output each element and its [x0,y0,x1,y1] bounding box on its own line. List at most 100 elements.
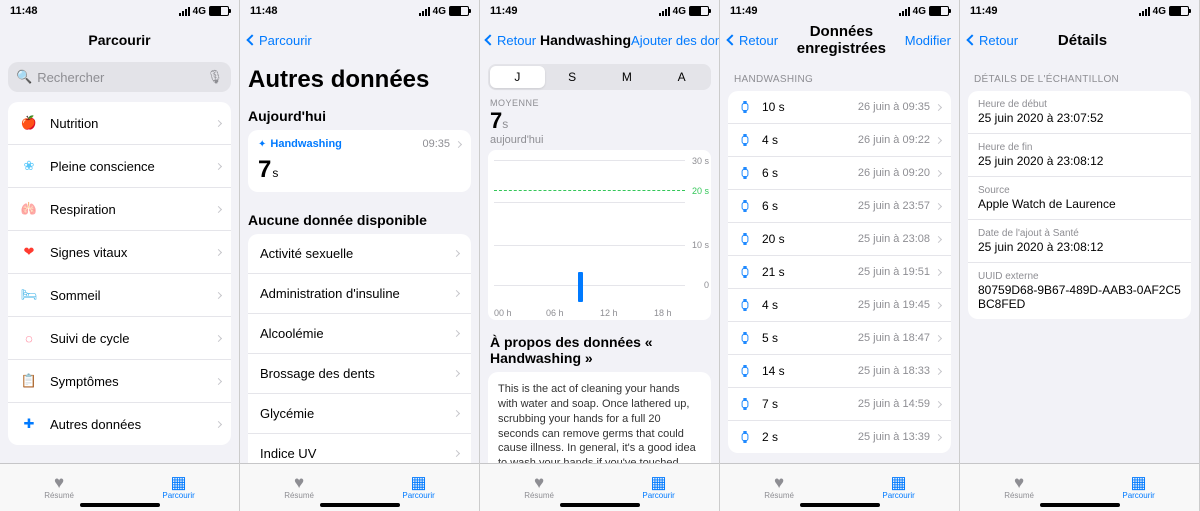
signal-icon [1139,7,1150,16]
back-button[interactable]: Retour [728,33,778,48]
row-uv-index[interactable]: Indice UV [248,434,471,463]
section-header: DÉTAILS DE L'ÉCHANTILLON [960,60,1199,91]
tab-browse[interactable]: ▦Parcourir [642,474,674,500]
cycle-icon: ◌ [18,327,40,349]
status-right: 4G [179,6,229,17]
record-row[interactable]: 7 s25 juin à 14:59 [728,388,951,421]
search-input[interactable]: 🔍 Rechercher 🎙 [8,62,231,92]
detail-row: Heure de fin25 juin 2020 à 23:08:12 [968,134,1191,177]
status-time: 11:49 [490,5,518,17]
about-body: This is the act of cleaning your hands w… [488,372,711,463]
page-title: Handwashing [536,32,631,48]
handwashing-card[interactable]: ✦ Handwashing 09:35 7s [248,130,471,192]
tab-browse[interactable]: ▦Parcourir [1122,474,1154,500]
watch-icon [738,232,752,246]
status-bar: 11:49 4G [480,0,719,20]
signal-icon [899,7,910,16]
handwashing-chart[interactable]: 30 s 20 s 10 s 0 00 h 06 h 12 h 18 h [488,150,711,320]
back-button[interactable]: Retour [486,33,536,48]
row-toothbrushing[interactable]: Brossage des dents [248,354,471,394]
tab-summary[interactable]: ♥Résumé [44,474,74,500]
screen-details: 11:49 4G Retour Détails DÉTAILS DE L'ÉCH… [960,0,1200,511]
battery-icon [929,6,949,16]
seg-month[interactable]: M [600,66,655,88]
heart-fill-icon: ♥ [534,474,544,491]
goal-line [494,190,685,191]
signal-icon [419,7,430,16]
seg-year[interactable]: A [654,66,709,88]
section-header: HANDWASHING [720,60,959,91]
record-row[interactable]: 10 s26 juin à 09:35 [728,91,951,124]
seg-week[interactable]: S [545,66,600,88]
back-button[interactable]: Parcourir [248,33,312,48]
record-row[interactable]: 14 s25 juin à 18:33 [728,355,951,388]
page-title: Détails [1018,32,1147,49]
tab-browse[interactable]: ▦Parcourir [882,474,914,500]
record-row[interactable]: 2 s25 juin à 13:39 [728,421,951,453]
row-glucose[interactable]: Glycémie [248,394,471,434]
detail-row: Heure de début25 juin 2020 à 23:07:52 [968,91,1191,134]
category-mindfulness[interactable]: ❀ Pleine conscience [8,145,231,188]
record-row[interactable]: 6 s25 juin à 23:57 [728,190,951,223]
mic-icon[interactable]: 🎙 [206,69,223,85]
record-row[interactable]: 21 s25 juin à 19:51 [728,256,951,289]
category-vitals[interactable]: ❤ Signes vitaux [8,231,231,274]
watch-icon [738,265,752,279]
tab-summary[interactable]: ♥Résumé [1004,474,1034,500]
bed-icon: 🛏 [18,284,40,306]
home-indicator[interactable] [560,503,640,507]
record-row[interactable]: 6 s26 juin à 09:20 [728,157,951,190]
watch-icon [738,100,752,114]
record-row[interactable]: 4 s26 juin à 09:22 [728,124,951,157]
watch-icon [738,298,752,312]
heart-fill-icon: ♥ [1014,474,1024,491]
tab-summary[interactable]: ♥Résumé [524,474,554,500]
back-button[interactable]: Retour [968,33,1018,48]
row-alcohol[interactable]: Alcoolémie [248,314,471,354]
tab-browse[interactable]: ▦Parcourir [402,474,434,500]
screen-recorded-data: 11:49 4G Retour Données enregistrées Mod… [720,0,960,511]
status-bar: 11:48 4G [0,0,239,20]
status-time: 11:49 [730,5,758,17]
edit-button[interactable]: Modifier [905,33,951,48]
page-title: Parcourir [8,32,231,48]
record-row[interactable]: 4 s25 juin à 19:45 [728,289,951,322]
status-bar: 11:48 4G [240,0,479,20]
add-data-button[interactable]: Ajouter des données [631,33,720,48]
battery-icon [689,6,709,16]
time-segment[interactable]: J S M A [488,64,711,90]
avg-label: MOYENNE [490,98,709,108]
heart-fill-icon: ♥ [774,474,784,491]
screen-browse: 11:48 4G Parcourir 🔍 Rechercher 🎙 🍎 Nutr… [0,0,240,511]
record-row[interactable]: 20 s25 juin à 23:08 [728,223,951,256]
about-title: À propos des données « Handwashing » [480,320,719,372]
page-title: Autres données [240,60,479,104]
tab-summary[interactable]: ♥Résumé [284,474,314,500]
heart-fill-icon: ♥ [54,474,64,491]
grid-icon: ▦ [171,474,187,491]
home-indicator[interactable] [80,503,160,507]
record-row[interactable]: 5 s25 juin à 18:47 [728,322,951,355]
category-sleep[interactable]: 🛏 Sommeil [8,274,231,317]
category-respiration[interactable]: 🫁 Respiration [8,188,231,231]
row-insulin[interactable]: Administration d'insuline [248,274,471,314]
category-symptoms[interactable]: 📋 Symptômes [8,360,231,403]
row-sexual-activity[interactable]: Activité sexuelle [248,234,471,274]
nav-bar: Parcourir [0,20,239,60]
nav-bar: Retour Handwashing Ajouter des données [480,20,719,60]
battery-icon [1169,6,1189,16]
watch-icon [738,331,752,345]
watch-icon [738,133,752,147]
category-nutrition[interactable]: 🍎 Nutrition [8,102,231,145]
tab-summary[interactable]: ♥Résumé [764,474,794,500]
watch-icon [738,199,752,213]
category-other-data[interactable]: ✚ Autres données [8,403,231,445]
tab-browse[interactable]: ▦Parcourir [162,474,194,500]
home-indicator[interactable] [320,503,400,507]
heart-icon: ❤ [18,241,40,263]
home-indicator[interactable] [1040,503,1120,507]
seg-day[interactable]: J [490,66,545,88]
home-indicator[interactable] [800,503,880,507]
category-cycle[interactable]: ◌ Suivi de cycle [8,317,231,360]
plus-icon: ✚ [18,413,40,435]
